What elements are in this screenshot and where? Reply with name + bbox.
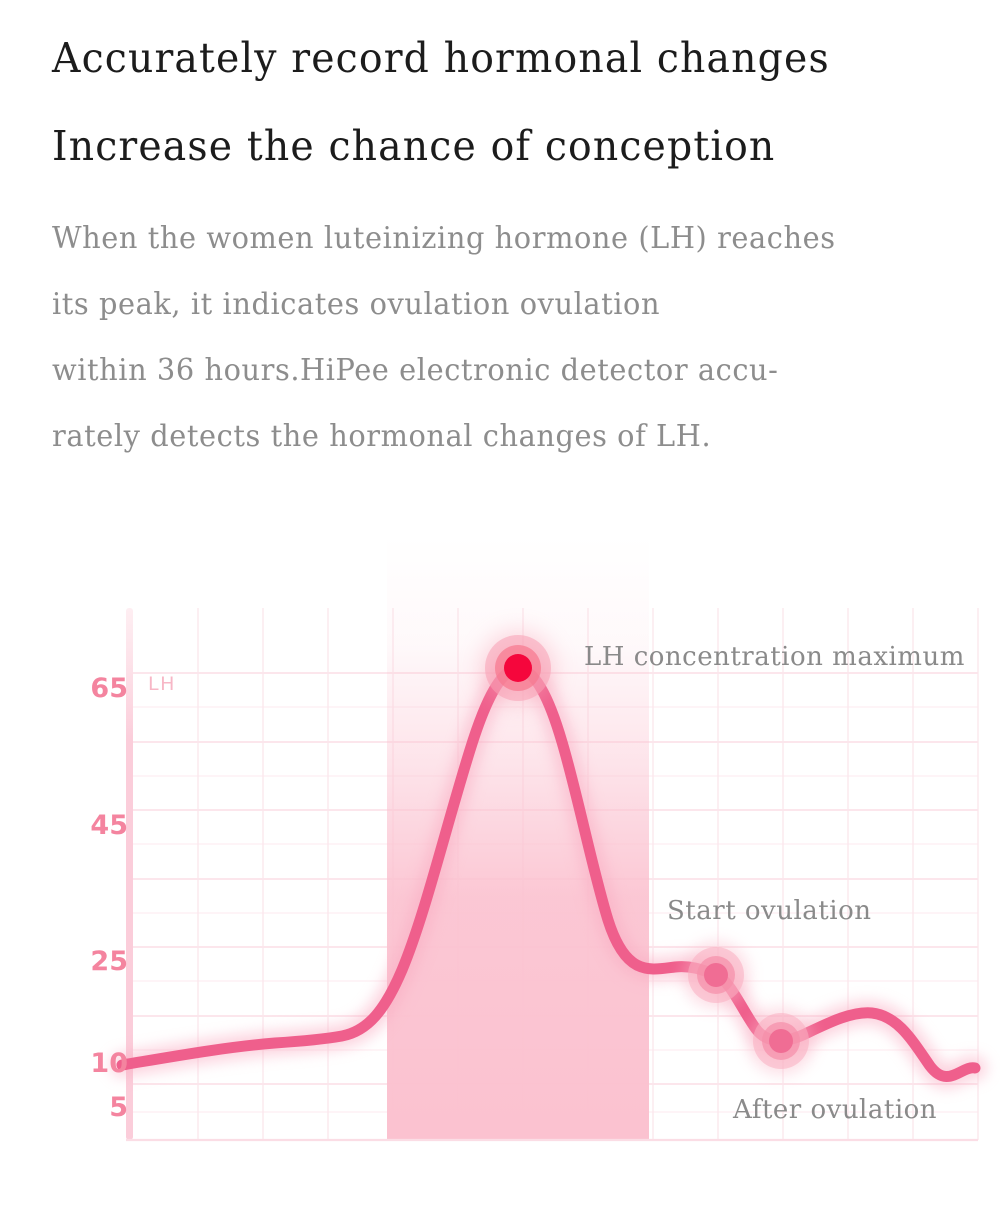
y-tick-10: 10 [90,1048,128,1079]
paragraph-line-3: within 36 hours.HiPee electronic detecto… [52,353,779,388]
page-title-line-1: Accurately record hormonal changes [52,34,830,82]
y-tick-5: 5 [109,1092,128,1123]
description-paragraph: When the women luteinizing hormone (LH) … [52,206,972,470]
marker-after-ovulation[interactable] [747,1007,815,1075]
lh-concentration-chart: 65 45 25 10 5 LH LH concentration maximu… [0,480,1000,1207]
y-tick-45: 45 [90,810,128,841]
marker-lh-maximum[interactable] [480,630,556,706]
y-tick-65: 65 [90,673,128,704]
marker-start-ovulation[interactable] [682,941,750,1009]
intro-text-block: Accurately record hormonal changes Incre… [52,14,972,470]
annotation-start-ovulation: Start ovulation [667,896,872,926]
page-title-line-2: Increase the chance of conception [52,122,776,170]
y-axis-title-lh: LH [148,673,176,695]
annotation-lh-maximum: LH concentration maximum [584,642,965,672]
paragraph-line-1: When the women luteinizing hormone (LH) … [52,221,836,256]
y-tick-25: 25 [90,946,128,977]
paragraph-line-2: its peak, it indicates ovulation ovulati… [52,287,661,322]
paragraph-line-4: rately detects the hormonal changes of L… [52,419,712,454]
annotation-after-ovulation: After ovulation [733,1095,938,1125]
fertile-window-band [387,535,649,1140]
